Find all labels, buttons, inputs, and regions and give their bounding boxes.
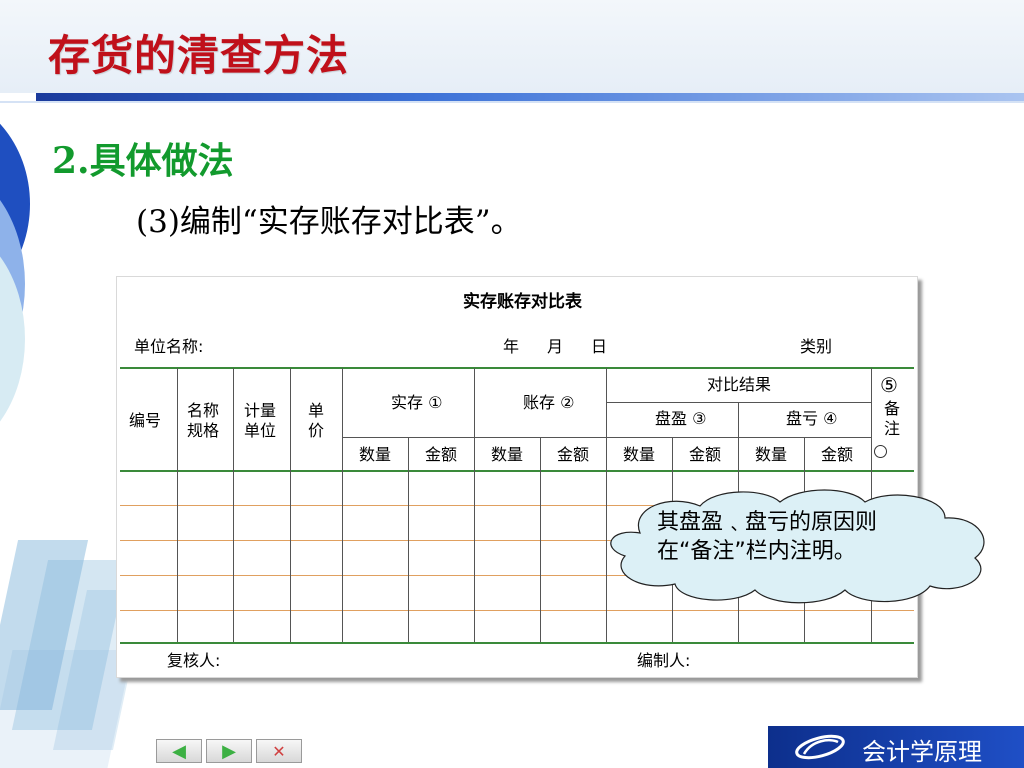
column-line [474,368,475,642]
header-rule-thin [0,101,1024,103]
date-month: 月 [547,337,564,356]
arrow-right-icon: ▶ [222,740,236,762]
table-bottom-rule [120,642,914,644]
date-year: 年 [503,337,520,356]
header-unit: 单位 [244,421,277,440]
header-surplus: 盘盈 ③ [655,409,707,428]
column-line [177,368,178,642]
header-remark-2: 注 [884,419,901,438]
column-line [342,368,343,642]
brand-label: 会计学原理 [862,738,982,766]
callout-line-2: 在“备注”栏内注明。 [657,539,856,565]
subheader-qty: 数量 [623,445,656,464]
slide-title: 存货的清查方法 [48,31,350,80]
body-row-line [120,610,914,611]
section-heading: 2.具体做法 [52,140,234,182]
header-spec: 规格 [187,421,220,440]
header-comparison: 对比结果 [707,375,772,394]
column-line [408,437,409,642]
column-line [540,437,541,642]
subheader-amount: 金额 [425,445,458,464]
subheader-qty: 数量 [491,445,524,464]
left-decoration [0,94,60,454]
comparison-table-image: 实存账存对比表 单位名称: 年 月 日 类别 编号 名称 规格 计量 单位 单 … [116,276,918,678]
close-slide-button[interactable]: ✕ [256,739,302,763]
brand-logo-icon [795,734,845,760]
subheader-amount: 金额 [821,445,854,464]
header-unit-price-2: 价 [308,421,325,440]
next-slide-button[interactable]: ▶ [206,739,252,763]
reviewer-label: 复核人: [167,651,221,670]
remark-marker-circle [874,445,887,458]
category-label: 类别 [800,337,833,356]
header-name: 名称 [187,401,220,420]
deco-pane [0,650,133,768]
header-number: 编号 [129,411,162,430]
close-icon: ✕ [272,741,286,761]
header-bottom-rule [120,470,914,472]
subheader-amount: 金额 [689,445,722,464]
subheader-amount: 金额 [557,445,590,464]
unit-name-label: 单位名称: [134,337,204,356]
header-remark-1: 备 [884,399,901,418]
header-unit-price-1: 单 [308,401,325,420]
header-measure: 计量 [244,401,277,420]
subheader-qty: 数量 [359,445,392,464]
header-rule [36,93,1024,101]
header-deficit: 盘亏 ④ [786,409,838,428]
column-line [290,368,291,642]
column-line [233,368,234,642]
callout-line-1: 其盘盈﹑盘亏的原因则 [657,510,878,535]
callout-text: 其盘盈﹑盘亏的原因则 在“备注”栏内注明。 [657,508,877,566]
subheading: (3)编制“实存账存对比表”。 [136,204,522,240]
preparer-label: 编制人: [637,651,691,670]
header-remark-number: ⑤ [880,373,898,397]
date-day: 日 [591,337,608,356]
arrow-left-icon: ◀ [172,740,186,762]
header-actual: 实存 ① [391,393,443,412]
table-title: 实存账存对比表 [463,292,582,312]
prev-slide-button[interactable]: ◀ [156,739,202,763]
header-book: 账存 ② [523,393,575,412]
table-top-rule [120,367,914,369]
subheader-qty: 数量 [755,445,788,464]
